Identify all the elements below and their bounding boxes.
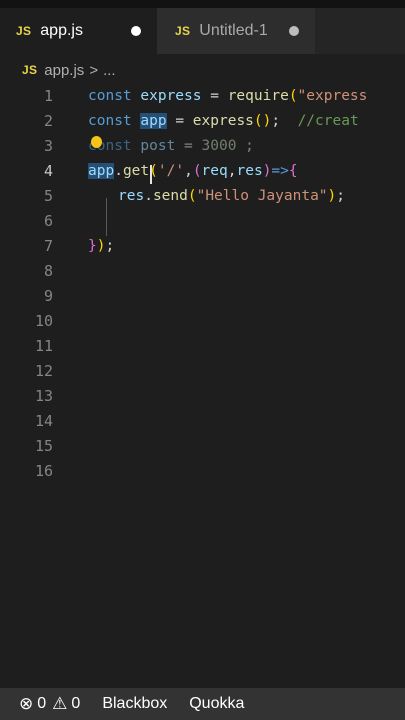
line-number: 1 — [43, 87, 53, 105]
token-dot: . — [144, 188, 153, 204]
editor-line-7: 7 — [0, 234, 405, 259]
tab-app-js[interactable]: JS app.js — [0, 8, 157, 54]
status-blackbox[interactable]: Blackbox — [102, 695, 167, 713]
tab-untitled-1[interactable]: JS Untitled-1 — [157, 8, 315, 54]
token-param: res — [236, 163, 263, 179]
code-line-2: const app = express(); //creat — [88, 109, 359, 134]
tab-label: app.js — [40, 22, 83, 39]
editor-line-16: 16 — [0, 459, 405, 484]
line-number: 3 — [43, 137, 53, 155]
unsaved-dot-icon[interactable] — [289, 26, 299, 36]
javascript-file-icon: JS — [16, 24, 32, 38]
code-line-5: res.send("Hello Jayanta"); — [118, 184, 345, 209]
editor-line-6: 6 — [0, 209, 405, 234]
editor-line-13: 13 — [0, 384, 405, 409]
line-number: 2 — [43, 112, 53, 130]
token-brace: { — [288, 163, 298, 179]
token-arrow: => — [271, 163, 289, 179]
token-method: get — [122, 163, 150, 179]
token-bracket: ( — [288, 88, 298, 104]
warning-triangle-icon: ⚠ — [52, 694, 68, 713]
token-operator: = — [175, 113, 185, 129]
code-line-7: }); — [88, 234, 114, 259]
token-bracket: () — [253, 113, 272, 129]
editor-line-11: 11 — [0, 334, 405, 359]
token-string: '/' — [157, 163, 185, 179]
javascript-file-icon: JS — [175, 24, 191, 38]
line-number: 16 — [34, 462, 53, 480]
token-semicolon: ; — [271, 113, 281, 129]
token-bracket: ( — [192, 163, 202, 179]
token-keyword: const — [88, 88, 132, 104]
token-semicolon: ; — [336, 188, 346, 204]
token-semicolon: ; — [245, 138, 254, 154]
status-quokka[interactable]: Quokka — [189, 695, 244, 713]
title-strip — [0, 0, 405, 8]
token-variable-highlighted: app — [140, 113, 167, 129]
javascript-file-icon: JS — [22, 63, 38, 77]
editor-line-10: 10 — [0, 309, 405, 334]
code-line-3: const post = 3000 ; — [88, 134, 254, 159]
token-variable: express — [140, 88, 202, 104]
editor-line-8: 8 — [0, 259, 405, 284]
breadcrumb-file[interactable]: app.js — [44, 62, 84, 79]
token-bracket: ) — [327, 188, 337, 204]
breadcrumb-more[interactable]: ... — [103, 62, 116, 79]
line-number: 10 — [34, 312, 53, 330]
editor-line-12: 12 — [0, 359, 405, 384]
error-count: 0 — [37, 695, 47, 712]
token-operator: = — [210, 88, 219, 104]
tab-label: Untitled-1 — [199, 22, 268, 39]
line-number: 8 — [43, 262, 53, 280]
token-number: 3000 — [201, 138, 237, 154]
line-number: 11 — [34, 337, 53, 355]
token-string: "express — [297, 88, 368, 104]
token-bracket: ( — [187, 188, 197, 204]
warning-count: 0 — [71, 695, 81, 712]
code-line-4: app.get('/',(req,res)=>{ — [88, 159, 298, 184]
lightbulb-icon[interactable] — [91, 136, 102, 148]
status-blackbox-label: Blackbox — [102, 695, 168, 712]
line-number: 13 — [34, 387, 53, 405]
token-brace: } — [88, 238, 97, 254]
token-comment: //creat — [297, 113, 359, 129]
line-number: 14 — [34, 412, 53, 430]
token-object-highlighted: app — [88, 163, 115, 179]
token-param: req — [201, 163, 228, 179]
status-quokka-label: Quokka — [189, 695, 245, 712]
token-semicolon: ; — [105, 238, 115, 254]
token-method: send — [152, 188, 188, 204]
token-object: res — [118, 188, 145, 204]
chevron-right-icon: > — [89, 61, 99, 79]
breadcrumb: JS app.js > ... — [0, 56, 405, 84]
token-keyword: const — [88, 113, 132, 129]
problems-indicator[interactable]: ⊗ 0 ⚠ 0 — [19, 694, 80, 714]
error-circle-icon: ⊗ — [19, 694, 34, 713]
code-line-1: const express = require("express — [88, 84, 367, 109]
tab-bar: JS app.js JS Untitled-1 — [0, 8, 405, 54]
indent-guide — [106, 198, 107, 236]
editor-line-14: 14 — [0, 409, 405, 434]
line-number: 4 — [43, 162, 53, 180]
unsaved-dot-icon[interactable] — [131, 26, 141, 36]
code-editor[interactable]: 1 2 3 4 5 6 7 8 9 10 11 12 13 14 15 16 c… — [0, 84, 405, 688]
token-operator: = — [184, 138, 193, 154]
line-number: 5 — [43, 187, 53, 205]
editor-line-9: 9 — [0, 284, 405, 309]
line-number: 7 — [43, 237, 53, 255]
token-string: "Hello Jayanta" — [196, 188, 328, 204]
token-function: require — [227, 88, 289, 104]
token-comma: , — [184, 163, 193, 179]
token-dot: . — [114, 163, 123, 179]
line-number: 6 — [43, 212, 53, 230]
editor-line-15: 15 — [0, 434, 405, 459]
mouse-ibeam-cursor — [150, 165, 152, 184]
line-number: 9 — [43, 287, 53, 305]
line-number: 15 — [34, 437, 53, 455]
token-variable: post — [140, 138, 176, 154]
status-bar: ⊗ 0 ⚠ 0 Blackbox Quokka — [0, 688, 405, 720]
line-number: 12 — [34, 362, 53, 380]
token-function: express — [192, 113, 254, 129]
